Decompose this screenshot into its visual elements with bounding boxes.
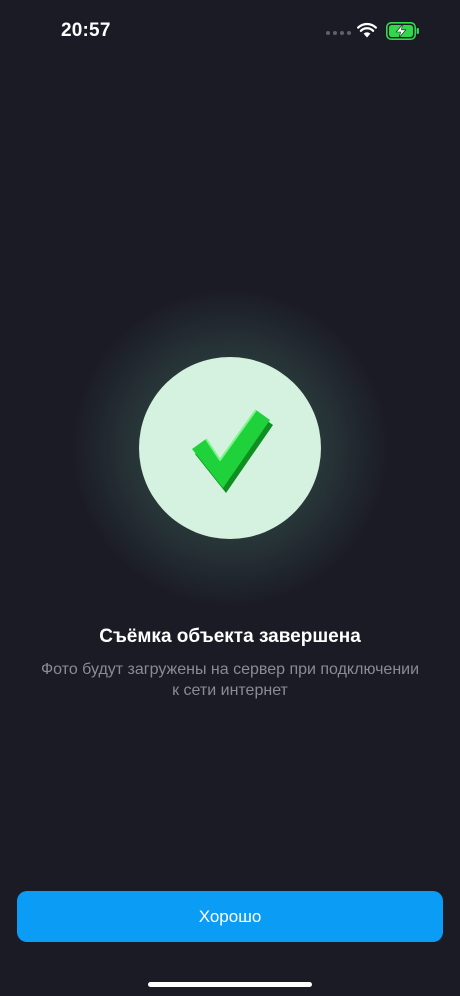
completion-subtitle: Фото будут загружены на сервер при подкл… bbox=[14, 659, 446, 701]
completion-screen: 20:57 Съёмка объекта завершена Фото буду… bbox=[0, 0, 460, 996]
status-bar: 20:57 bbox=[0, 0, 460, 62]
status-time: 20:57 bbox=[61, 20, 111, 41]
check-icon bbox=[192, 409, 273, 493]
cellular-dots-icon bbox=[326, 31, 351, 35]
subtitle-line-1: Фото будут загружены на сервер при подкл… bbox=[40, 661, 420, 678]
battery-charging-icon bbox=[386, 22, 419, 40]
completion-title: Съёмка объекта завершена bbox=[99, 626, 361, 647]
ok-button[interactable]: Хорошо bbox=[17, 891, 443, 942]
home-indicator[interactable] bbox=[148, 982, 312, 987]
wifi-icon bbox=[357, 22, 377, 38]
subtitle-line-2: к сети интернет bbox=[172, 682, 288, 699]
